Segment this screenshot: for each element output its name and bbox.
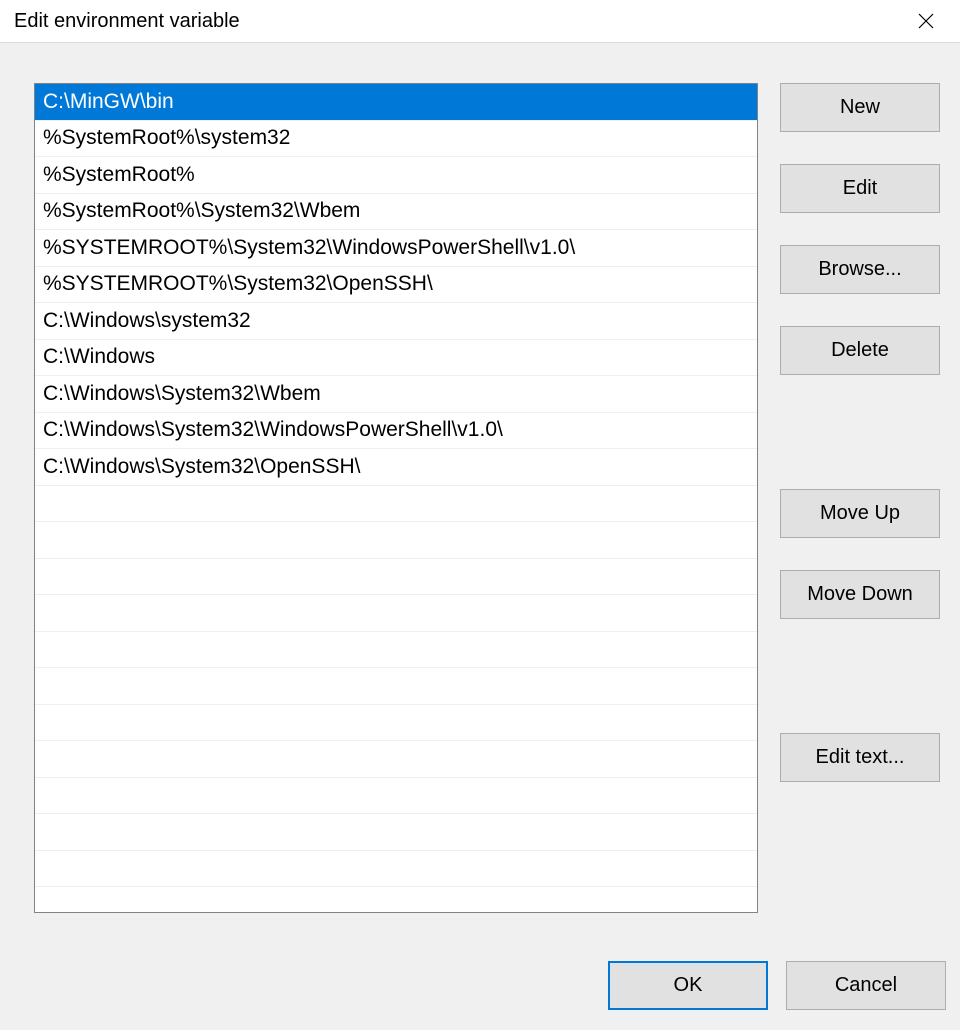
list-item[interactable]: C:\Windows\System32\WindowsPowerShell\v1… [35,413,757,450]
list-item[interactable] [35,522,757,559]
cancel-button[interactable]: Cancel [786,961,946,1010]
close-button[interactable] [906,1,946,41]
list-item[interactable] [35,632,757,669]
ok-button[interactable]: OK [608,961,768,1010]
delete-button[interactable]: Delete [780,326,940,375]
list-item[interactable] [35,559,757,596]
list-item[interactable]: %SystemRoot%\System32\Wbem [35,194,757,231]
list-item[interactable] [35,778,757,815]
list-item[interactable]: %SYSTEMROOT%\System32\OpenSSH\ [35,267,757,304]
titlebar: Edit environment variable [0,0,960,42]
list-item[interactable]: C:\Windows\system32 [35,303,757,340]
list-item[interactable]: C:\Windows\System32\Wbem [35,376,757,413]
close-icon [918,13,934,29]
path-listbox[interactable]: C:\MinGW\bin%SystemRoot%\system32%System… [34,83,758,913]
side-button-panel: New Edit Browse... Delete Move Up Move D… [780,83,940,931]
list-item[interactable]: C:\MinGW\bin [35,84,757,121]
list-item[interactable]: C:\Windows [35,340,757,377]
list-item[interactable] [35,741,757,778]
edit-text-button[interactable]: Edit text... [780,733,940,782]
list-item[interactable]: %SYSTEMROOT%\System32\WindowsPowerShell\… [35,230,757,267]
list-item[interactable]: %SystemRoot% [35,157,757,194]
edit-button[interactable]: Edit [780,164,940,213]
dialog-footer: OK Cancel [34,931,946,1010]
list-item[interactable] [35,705,757,742]
content-row: C:\MinGW\bin%SystemRoot%\system32%System… [34,83,946,931]
list-item[interactable] [35,851,757,888]
browse-button[interactable]: Browse... [780,245,940,294]
list-item[interactable] [35,595,757,632]
list-item[interactable] [35,668,757,705]
dialog-title: Edit environment variable [14,10,240,33]
list-item[interactable] [35,486,757,523]
dialog-body: C:\MinGW\bin%SystemRoot%\system32%System… [0,42,960,1030]
move-down-button[interactable]: Move Down [780,570,940,619]
list-item[interactable]: C:\Windows\System32\OpenSSH\ [35,449,757,486]
move-up-button[interactable]: Move Up [780,489,940,538]
list-item[interactable] [35,814,757,851]
new-button[interactable]: New [780,83,940,132]
list-item[interactable]: %SystemRoot%\system32 [35,121,757,158]
